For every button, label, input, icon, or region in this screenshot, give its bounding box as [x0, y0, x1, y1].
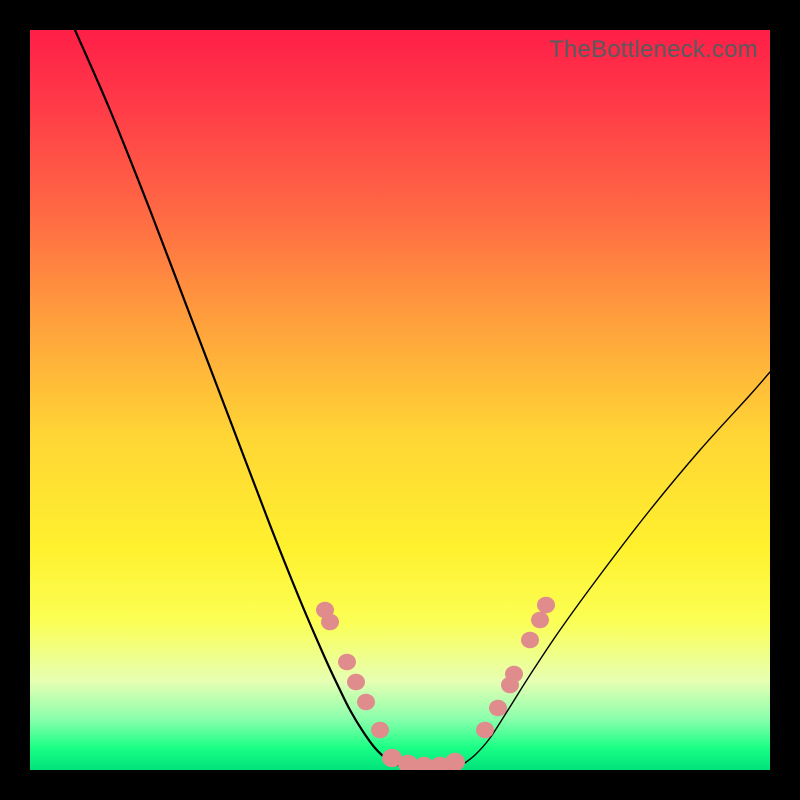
bead-left-2 — [338, 654, 356, 671]
bead-right-0 — [476, 722, 494, 739]
chart-plot-area: TheBottleneck.com — [30, 30, 770, 770]
bead-right-4 — [521, 632, 539, 649]
chart-svg — [30, 30, 770, 770]
bead-floor-4 — [445, 753, 465, 770]
chart-frame: TheBottleneck.com — [0, 0, 800, 800]
bead-right-6 — [537, 597, 555, 614]
curve-right-arm — [462, 372, 770, 765]
curve-group — [75, 30, 770, 770]
bead-right-5 — [531, 612, 549, 629]
bead-right-1 — [489, 700, 507, 717]
bead-left-4 — [357, 694, 375, 711]
bead-left-5 — [371, 722, 389, 739]
bead-left-3 — [347, 674, 365, 691]
beads-group — [316, 597, 555, 770]
bead-right-3 — [505, 666, 523, 683]
bead-left-1 — [321, 614, 339, 631]
